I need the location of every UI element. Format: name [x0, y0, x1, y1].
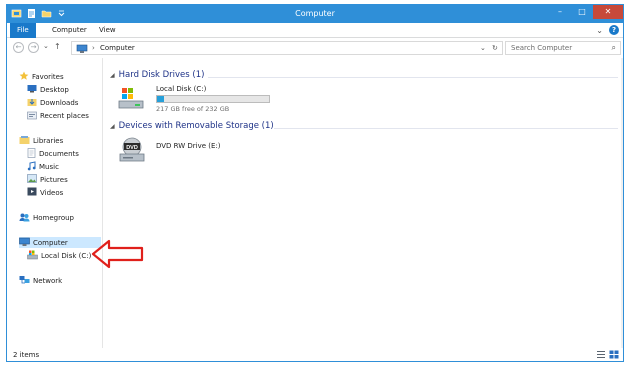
nav-item-desktop[interactable]: Desktop — [27, 84, 69, 95]
item-count: 2 items — [13, 351, 40, 359]
nav-network[interactable]: Network — [19, 275, 62, 287]
nav-libraries[interactable]: Libraries — [19, 135, 63, 147]
navigation-pane: Favorites Desktop Downloads Recent place… — [7, 58, 144, 348]
refresh-icon[interactable]: ↻ — [492, 44, 498, 52]
group-header-label: Devices with Removable Storage (1) — [118, 121, 274, 131]
dvd-drive-icon: DVD — [118, 136, 146, 166]
help-icon[interactable]: ? — [609, 25, 619, 35]
search-placeholder: Search Computer — [511, 44, 573, 52]
drive-name: Local Disk (C:) — [156, 85, 207, 93]
close-button[interactable]: ✕ — [593, 5, 623, 19]
network-icon — [19, 275, 30, 287]
address-bar[interactable]: › Computer ⌄ ↻ — [71, 41, 503, 55]
nav-item-local-disk[interactable]: Local Disk (C:) — [27, 250, 91, 262]
drive-local-disk-c[interactable]: Local Disk (C:) 217 GB free of 232 GB — [118, 85, 270, 115]
nav-item-label: Local Disk (C:) — [41, 252, 92, 260]
forward-button[interactable]: → — [28, 42, 39, 53]
tab-file[interactable]: File — [10, 23, 36, 38]
pictures-icon — [27, 174, 37, 185]
videos-icon — [27, 187, 37, 198]
path-separator: › — [92, 44, 95, 52]
large-icons-view-icon[interactable] — [609, 350, 619, 361]
group-header-hard-disk-drives[interactable]: ◢ Hard Disk Drives (1) — [110, 70, 204, 80]
star-icon — [19, 71, 29, 83]
window-controls: – □ ✕ — [549, 5, 623, 19]
drive-usage-bar — [156, 95, 270, 103]
documents-icon — [27, 148, 36, 160]
local-disk-icon — [118, 87, 144, 113]
nav-homegroup-label: Homegroup — [33, 214, 75, 222]
address-path[interactable]: Computer — [100, 44, 135, 52]
group-header-removable-storage[interactable]: ◢ Devices with Removable Storage (1) — [110, 121, 274, 131]
ribbon-tabs: File Computer View ⌄ ? — [7, 23, 623, 38]
details-view-icon[interactable] — [596, 350, 606, 361]
collapse-icon[interactable]: ◢ — [110, 72, 115, 79]
nav-item-pictures[interactable]: Pictures — [27, 174, 68, 185]
computer-icon — [19, 237, 30, 249]
nav-item-label: Recent places — [40, 112, 89, 120]
nav-item-label: Pictures — [40, 175, 68, 184]
tab-view[interactable]: View — [92, 23, 123, 38]
maximize-button[interactable]: □ — [571, 5, 593, 19]
recent-places-icon — [27, 110, 37, 122]
content-pane: ◢ Hard Disk Drives (1) Local Disk (C:) 2… — [104, 58, 623, 348]
nav-item-music[interactable]: Music — [27, 161, 59, 173]
minimize-button[interactable]: – — [549, 5, 571, 19]
drive-usage-fill — [157, 96, 165, 102]
nav-item-documents[interactable]: Documents — [27, 148, 79, 160]
nav-computer-label: Computer — [33, 238, 68, 247]
nav-item-recent-places[interactable]: Recent places — [27, 110, 89, 122]
group-divider — [208, 77, 618, 78]
tab-computer[interactable]: Computer — [45, 23, 94, 38]
expand-ribbon-icon[interactable]: ⌄ — [596, 26, 603, 35]
music-icon — [27, 161, 36, 173]
search-input[interactable]: Search Computer ⌕ — [505, 41, 621, 55]
drive-dvd-rw-e[interactable]: DVD DVD RW Drive (E:) — [118, 136, 238, 166]
scroll-edge — [621, 58, 623, 348]
local-disk-icon — [27, 250, 38, 262]
search-icon[interactable]: ⌕ — [612, 43, 616, 53]
nav-homegroup[interactable]: Homegroup — [19, 212, 74, 224]
explorer-window: Computer – □ ✕ File Computer View ⌄ ? ← … — [6, 4, 624, 362]
computer-icon — [76, 44, 88, 56]
dvd-badge: DVD — [126, 145, 138, 151]
libraries-icon — [19, 135, 30, 147]
nav-item-videos[interactable]: Videos — [27, 187, 63, 198]
nav-item-label: Documents — [39, 150, 79, 158]
group-header-label: Hard Disk Drives (1) — [118, 70, 205, 80]
view-buttons — [596, 350, 619, 361]
nav-favorites-label: Favorites — [32, 73, 64, 81]
nav-item-downloads[interactable]: Downloads — [27, 97, 78, 109]
nav-item-label: Music — [39, 163, 59, 171]
address-dropdown-icon[interactable]: ⌄ — [480, 44, 486, 52]
homegroup-icon — [19, 212, 30, 224]
nav-item-label: Videos — [40, 188, 64, 197]
recent-locations-icon[interactable]: ⌄ — [43, 42, 49, 50]
nav-network-label: Network — [33, 277, 63, 285]
desktop-icon — [27, 84, 37, 95]
nav-computer[interactable]: Computer — [19, 237, 101, 248]
title-bar: Computer – □ ✕ — [7, 5, 623, 23]
window-title: Computer — [295, 9, 335, 18]
nav-favorites[interactable]: Favorites — [19, 71, 64, 83]
back-button[interactable]: ← — [13, 42, 24, 53]
status-bar: 2 items — [7, 348, 623, 362]
group-divider — [274, 128, 618, 129]
nav-item-label: Downloads — [40, 99, 79, 107]
drive-name: DVD RW Drive (E:) — [156, 142, 221, 150]
nav-libraries-label: Libraries — [33, 137, 64, 145]
up-button[interactable]: ↑ — [54, 42, 61, 51]
downloads-icon — [27, 97, 37, 109]
drive-free-space: 217 GB free of 232 GB — [156, 105, 230, 113]
nav-item-label: Desktop — [40, 85, 69, 94]
address-row: ← → ⌄ ↑ › Computer ⌄ ↻ Search Computer ⌕ — [7, 39, 623, 57]
collapse-icon[interactable]: ◢ — [110, 123, 115, 130]
